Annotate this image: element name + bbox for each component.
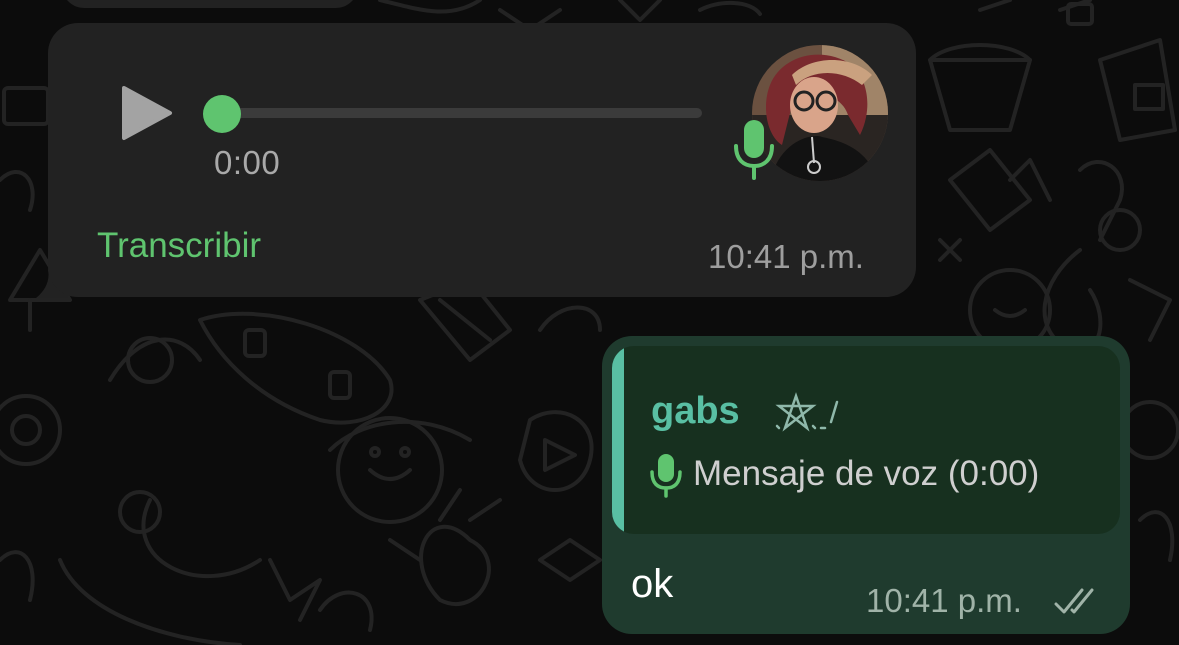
transcribe-button[interactable]: Transcribir (97, 226, 261, 266)
quoted-sender-name: gabs (651, 390, 740, 432)
quote-accent-bar (612, 346, 624, 534)
previous-message-bubble (62, 0, 358, 8)
audio-scrubber-handle[interactable] (203, 95, 241, 133)
pentagram-icon (775, 392, 839, 432)
quoted-message-text: Mensaje de voz (0:00) (693, 454, 1040, 493)
play-icon[interactable] (120, 84, 174, 142)
message-timestamp: 10:41 p.m. (708, 238, 864, 275)
double-check-icon (1054, 588, 1094, 614)
chat-background: 0:00 Transcribir 10:41 p.m. gabs Mensaje… (0, 0, 1179, 645)
message-text: ok (631, 562, 674, 606)
microphone-icon (650, 454, 682, 498)
quoted-message[interactable] (612, 346, 1120, 534)
microphone-icon (734, 120, 774, 180)
audio-duration: 0:00 (214, 144, 281, 181)
message-timestamp: 10:41 p.m. (866, 582, 1022, 619)
audio-progress-track[interactable] (206, 108, 702, 118)
